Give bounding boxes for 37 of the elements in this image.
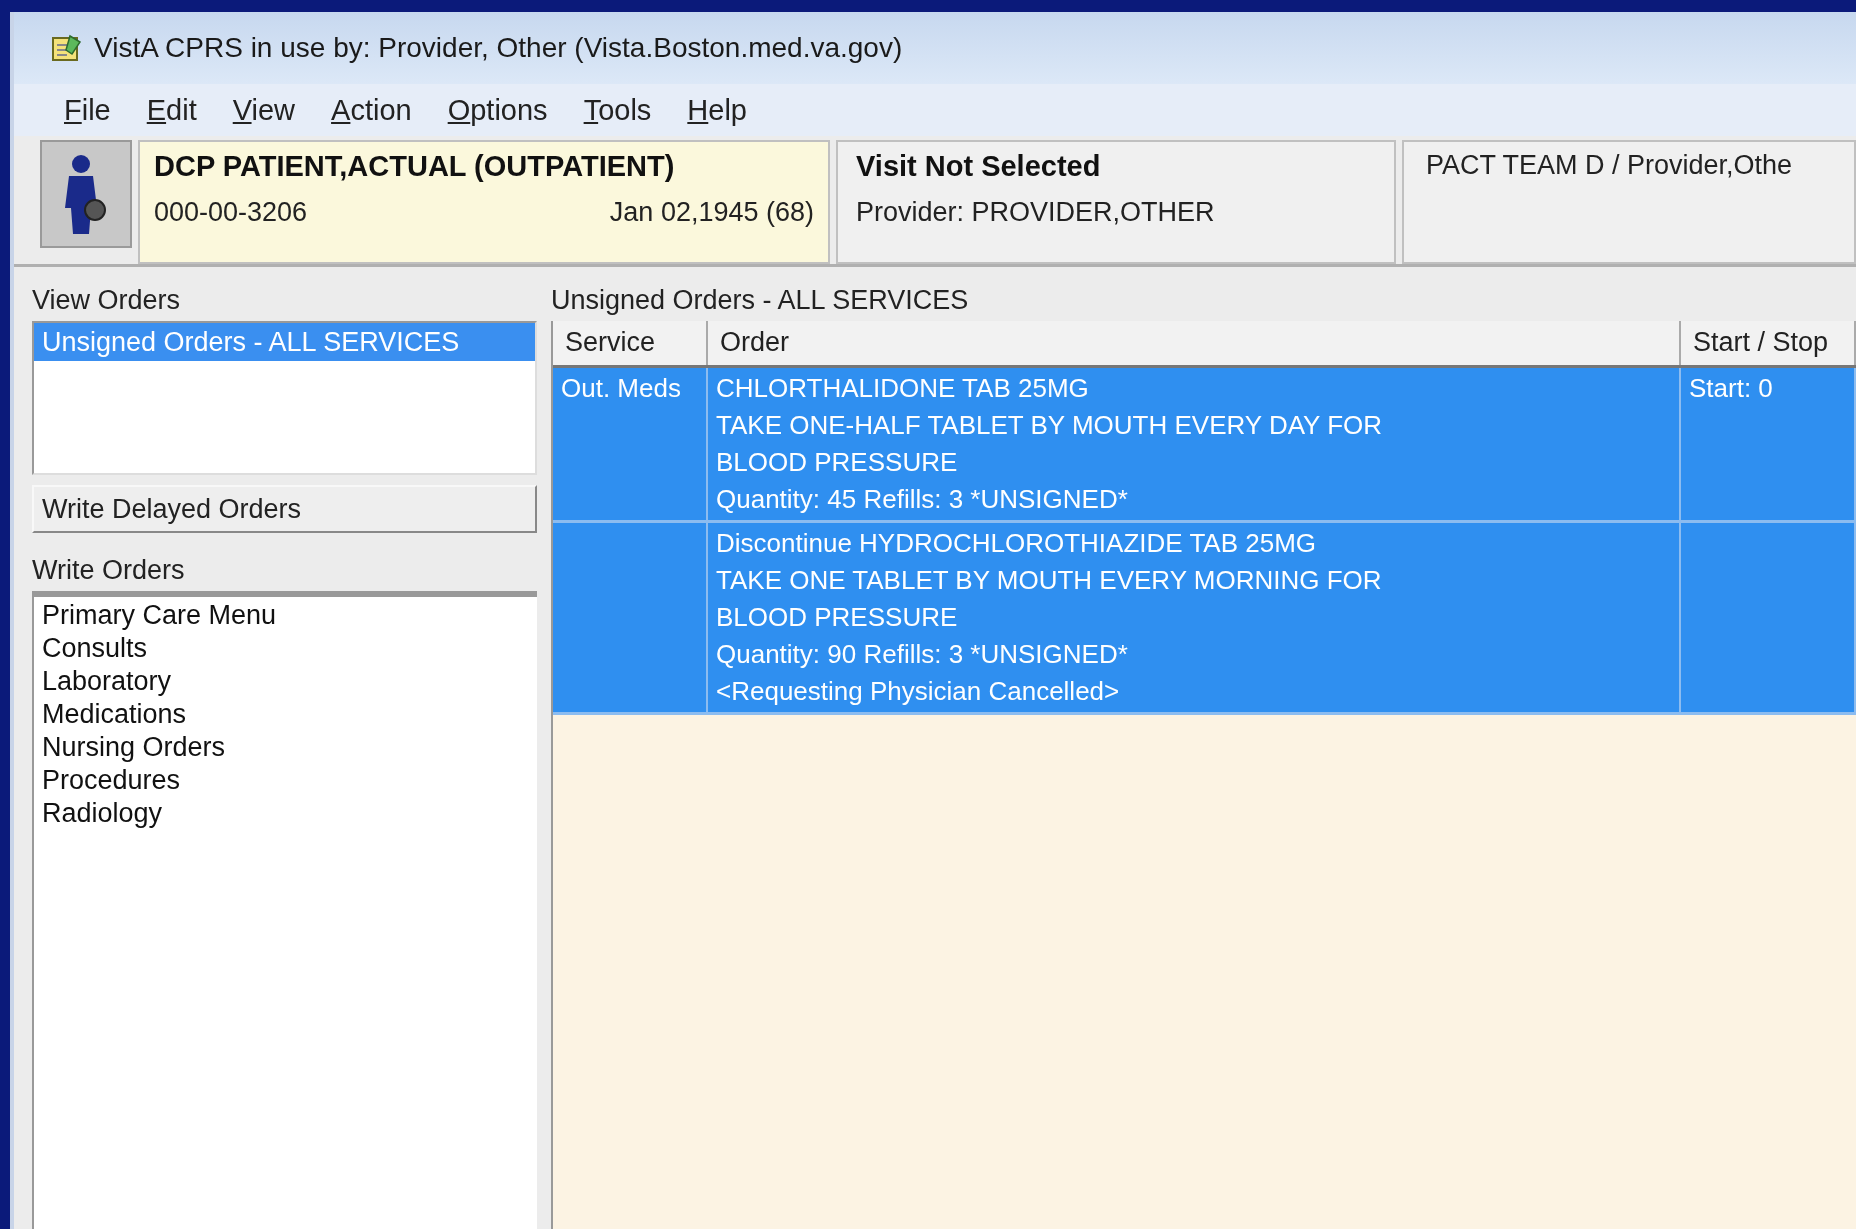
menu-item[interactable]: File <box>64 93 111 127</box>
menu-item[interactable]: Tools <box>583 93 652 127</box>
order-cell: CHLORTHALIDONE TAB 25MG TAKE ONE-HALF TABLET BY MOUTH EVERY DAY FOR BLOOD PRESSURE Quantity: 45 Refills: 3 *UNSIGNED* <box>708 368 1681 520</box>
patient-dob: Jan 02,1945 (68) <box>609 197 814 228</box>
list-item[interactable]: Medications <box>34 698 537 731</box>
service-cell: Out. Meds <box>553 368 708 520</box>
order-cell: Discontinue HYDROCHLOROTHIAZIDE TAB 25MG TAKE ONE TABLET BY MOUTH EVERY MORNING FOR BLOOD PRESSURE Quantity: 90 Refills: 3 *UNSIGNED* <Requesting Physician Cancelled> <box>708 523 1681 712</box>
app-icon <box>50 32 84 64</box>
provider-label: Provider: PROVIDER,OTHER <box>856 197 1216 228</box>
column-header[interactable]: Service <box>553 321 708 365</box>
list-item[interactable]: Radiology <box>34 797 537 830</box>
menu-item[interactable]: Options <box>447 93 548 127</box>
visit-title: Visit Not Selected <box>856 150 1102 183</box>
list-item[interactable]: Primary Care Menu <box>34 599 537 632</box>
menu-item[interactable]: View <box>232 93 296 127</box>
list-item[interactable]: Laboratory <box>34 665 537 698</box>
menu-item[interactable]: Edit <box>146 93 197 127</box>
visit-panel[interactable]: Visit Not Selected Provider: PROVIDER,OTHER <box>836 140 1396 264</box>
list-item[interactable]: Consults <box>34 632 537 665</box>
write-orders-list[interactable]: Primary Care Menu Consults Laboratory Medications Nursing Orders Procedures Radiology <box>32 591 537 1229</box>
list-item[interactable]: Procedures <box>34 764 537 797</box>
menu-item[interactable]: Help <box>687 93 747 127</box>
menu-item[interactable]: Action <box>331 93 412 127</box>
view-orders-label: View Orders <box>32 285 182 317</box>
patient-panel[interactable]: DCP PATIENT,ACTUAL (OUTPATIENT) 000-00-3206 Jan 02,1945 (68) <box>138 140 830 264</box>
list-item[interactable]: Nursing Orders <box>34 731 537 764</box>
column-header[interactable]: Order <box>708 321 1681 365</box>
patient-icon[interactable] <box>40 140 132 248</box>
start-stop-cell: Start: 0 <box>1681 368 1856 520</box>
team-panel[interactable]: PACT TEAM D / Provider,Othe <box>1402 140 1856 264</box>
write-orders-label: Write Orders <box>32 555 186 587</box>
patient-name: DCP PATIENT,ACTUAL (OUTPATIENT) <box>154 150 676 183</box>
column-header[interactable]: Start / Stop <box>1681 321 1856 365</box>
orders-title: Unsigned Orders - ALL SERVICES <box>551 285 970 317</box>
window-title: VistA CPRS in use by: Provider, Other (Vista.Boston.med.va.gov) <box>94 32 903 64</box>
write-delayed-orders-button[interactable]: Write Delayed Orders <box>32 485 537 533</box>
patient-ssn: 000-00-3206 <box>154 197 308 228</box>
